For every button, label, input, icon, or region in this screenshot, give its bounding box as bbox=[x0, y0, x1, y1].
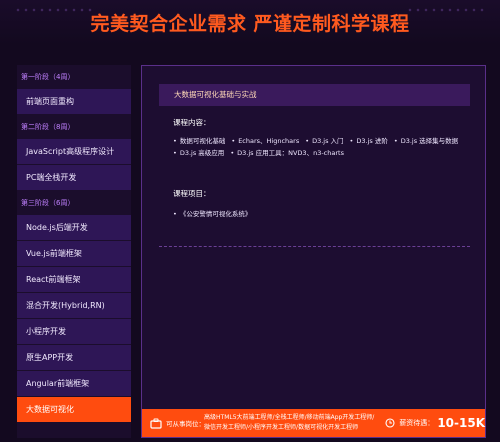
course-detail-panel: 大数据可视化基础与实战 课程内容： 数据可视化基础 Echars、Hignchar… bbox=[141, 65, 486, 438]
jobs-label: 可从事岗位： bbox=[166, 420, 206, 428]
course-content-label: 课程内容： bbox=[173, 118, 211, 127]
sidebar-course-item[interactable]: 原生APP开发 bbox=[17, 345, 131, 371]
stage-label: 第一阶段（4周） bbox=[21, 73, 75, 81]
course-content-list: 数据可视化基础 Echars、Hignchars D3.js 入门 D3.js 进阶 D… bbox=[173, 135, 471, 159]
sidebar-course-item[interactable]: Vue.js前端框架 bbox=[17, 241, 131, 267]
sidebar-course-item[interactable]: 小程序开发 bbox=[17, 319, 131, 345]
curriculum-sidebar: 第一阶段（4周） 前端页面重构第二阶段（8周） JavaScript高级程序设计 PC… bbox=[17, 65, 131, 438]
sidebar-course-item[interactable]: React前端框架 bbox=[17, 267, 131, 293]
course-content-item: 数据可视化基础 bbox=[173, 135, 226, 147]
divider bbox=[159, 246, 470, 247]
briefcase-icon bbox=[147, 418, 164, 429]
sidebar-course-item[interactable]: Node.js后端开发 bbox=[17, 215, 131, 241]
headline-text: 完美契合企业需求 严谨定制科学课程 bbox=[90, 12, 410, 35]
panel-title: 大数据可视化基础与实战 bbox=[159, 84, 470, 106]
course-content-item: D3.js 选择集与数据 bbox=[394, 135, 458, 147]
course-project-item: 《公安警情可视化系统》 bbox=[173, 208, 252, 218]
sidebar-course-item[interactable]: PC端全栈开发 bbox=[17, 165, 131, 191]
sidebar-course-item[interactable]: 大数据可视化 bbox=[17, 397, 131, 423]
course-content-item: Echars、Hignchars bbox=[231, 135, 299, 147]
sidebar-course-item[interactable]: 前端页面重构 bbox=[17, 89, 131, 115]
stage-label: 第三阶段（6周） bbox=[21, 199, 75, 207]
clock-icon bbox=[384, 418, 395, 428]
course-project-label: 课程项目： bbox=[173, 189, 211, 198]
salary-label: 薪资待遇： bbox=[399, 419, 435, 427]
job-footer: 可从事岗位： 高级HTML5大前端工程师/全栈工程师/移动前端App开发工程师/… bbox=[142, 409, 485, 437]
jobs-text: 高级HTML5大前端工程师/全栈工程师/移动前端App开发工程师/微信开发工程师… bbox=[204, 414, 375, 431]
salary-value: 10-15K bbox=[437, 416, 485, 430]
sidebar-course-item[interactable]: 混合开发(Hybrid,RN) bbox=[17, 293, 131, 319]
headline: 完美契合企业需求 严谨定制科学课程 bbox=[0, 0, 500, 44]
course-content-item: D3.js 应用工具：NVD3、n3-charts bbox=[230, 147, 344, 159]
course-content-item: D3.js 进阶 bbox=[350, 135, 387, 147]
course-content-item: D3.js 入门 bbox=[305, 135, 343, 147]
dots-decoration-left bbox=[14, 6, 94, 16]
stage-label: 第二阶段（8周） bbox=[21, 123, 75, 131]
sidebar-course-item[interactable]: Angular前端框架 bbox=[17, 371, 131, 397]
dots-decoration-right bbox=[406, 6, 486, 16]
sidebar-course-item[interactable]: JavaScript高级程序设计 bbox=[17, 139, 131, 165]
course-content-item: D3.js 高级应用 bbox=[173, 147, 224, 159]
